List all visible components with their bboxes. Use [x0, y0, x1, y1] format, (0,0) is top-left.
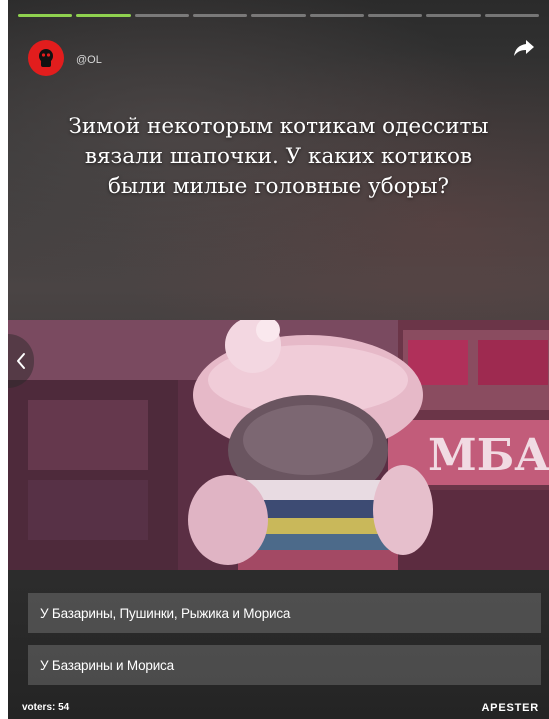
brand-logo[interactable]: APESTER — [481, 702, 539, 714]
question-text: Зимой некоторым котикам одесситы вязали … — [68, 114, 489, 199]
progress-segment — [426, 14, 481, 17]
progress-segment — [76, 14, 131, 17]
share-button[interactable] — [513, 38, 535, 58]
share-arrow-icon — [514, 40, 534, 56]
answer-option[interactable]: У Базарины и Мориса — [28, 645, 541, 685]
progress-segment — [367, 14, 423, 17]
progress-segment — [309, 14, 364, 17]
progress-segment — [251, 14, 306, 17]
poll-card: @OL Зимой некоторым котикам одесситы вяз… — [8, 0, 549, 719]
author-handle[interactable]: @OL — [76, 54, 102, 66]
shop-sign-text: МБА — [428, 430, 549, 481]
progress-segment — [134, 14, 189, 17]
chevron-left-icon — [17, 353, 25, 369]
logo-icon — [39, 49, 53, 67]
progress-segment — [18, 14, 73, 17]
story-progress-bar — [18, 14, 539, 17]
question-photo: МБА — [8, 320, 549, 570]
cat-in-hat-image: МБА — [8, 320, 549, 570]
progress-segment — [484, 14, 539, 17]
answer-option[interactable]: У Базарины, Пушинки, Рыжика и Мориса — [28, 593, 541, 633]
author-avatar[interactable] — [28, 40, 64, 76]
voters-count: voters: 54 — [22, 702, 70, 713]
progress-segment — [192, 14, 248, 17]
